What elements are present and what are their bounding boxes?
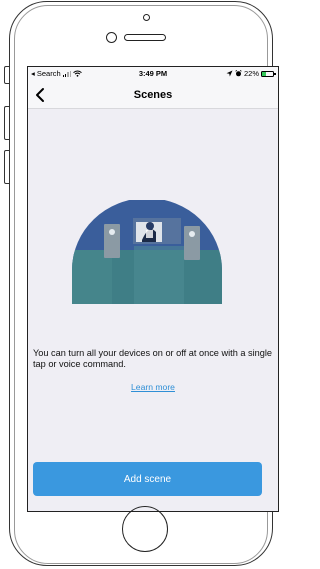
battery-charging-icon [261, 70, 276, 77]
home-button[interactable] [122, 506, 168, 552]
earpiece-speaker [124, 34, 166, 41]
camera-icon [143, 14, 150, 21]
learn-more-link[interactable]: Learn more [28, 382, 278, 392]
scenes-description: You can turn all your devices on or off … [33, 348, 273, 369]
status-right: 22% [226, 69, 276, 78]
app-screen: ◂ Search 3:49 PM 22% Scenes You can turn… [27, 66, 279, 512]
phone-mockup: ◂ Search 3:49 PM 22% Scenes You can turn… [0, 0, 283, 569]
alarm-icon [235, 70, 242, 77]
status-bar: ◂ Search 3:49 PM 22% [28, 67, 278, 81]
front-camera-icon [106, 32, 117, 43]
location-icon [226, 70, 233, 77]
page-title: Scenes [133, 89, 173, 101]
add-scene-button[interactable]: Add scene [33, 462, 262, 496]
scene-illustration [72, 200, 222, 304]
battery-percent: 22% [243, 69, 259, 78]
navigation-bar: Scenes [28, 81, 278, 109]
